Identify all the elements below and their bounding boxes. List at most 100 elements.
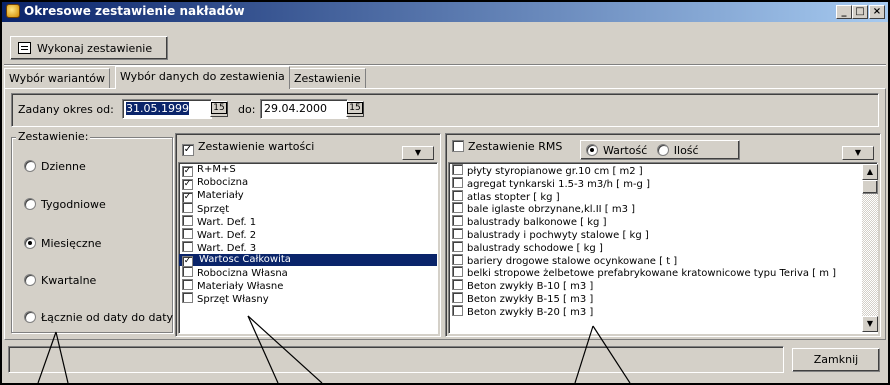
list-item[interactable]: Wart. Def. 2 [179,227,437,241]
list-item[interactable]: Robocizna Własna [179,266,437,279]
radio-icon [24,198,36,210]
scroll-thumb[interactable] [862,180,878,194]
checkbox-icon[interactable] [452,291,463,303]
wartosci-dropdown-button[interactable]: ▼ [402,146,434,160]
rms-panel: Zestawienie RMS Wartość Ilość ▼ płyty st… [445,133,881,337]
checkbox-icon[interactable] [182,279,193,291]
radio-lacznie[interactable]: Łącznie od daty do daty [24,311,173,324]
scroll-up-button[interactable]: ▲ [862,164,878,180]
checkbox-icon[interactable] [452,279,463,291]
maximize-button[interactable]: □ [852,5,868,19]
list-item-label: Robocizna Własna [197,268,288,280]
radio-label: Łącznie od daty do daty [41,311,174,324]
date-from-field[interactable]: 31.05.1999 [122,99,212,119]
list-item[interactable]: ✓ R+M+S [179,164,437,177]
radio-label: Wartość [603,144,648,157]
list-item-selected[interactable]: ✓ Wartosc Całkowita [179,253,437,267]
rms-mode-qty-radio[interactable]: Ilość [656,144,699,157]
tab-wybor-danych[interactable]: Wybór danych do zestawienia [115,66,290,89]
list-item-label: płyty styropianowe gr.10 cm [ m2 ] [467,166,643,177]
list-item[interactable]: Sprzęt [179,202,437,215]
list-item[interactable]: belki stropowe żelbetowe prefabrykowane … [449,266,877,279]
checkbox-icon[interactable] [452,176,463,188]
wartosci-list[interactable]: ✓ R+M+S ✓ Robocizna ✓ Materiały Sprzęt Wart… [178,162,438,334]
wartosci-header[interactable]: ✓ Zestawienie wartości [178,136,438,160]
list-item-label: Materiały [197,189,244,201]
list-item[interactable]: balustrady i pochwyty stalowe [ kg ] [449,227,877,241]
window-title: Okresowe zestawienie nakładów [24,4,245,18]
list-item[interactable]: agregat tynkarski 1.5-3 m3/h [ m-g ] [449,176,877,190]
checkbox-icon[interactable] [452,240,463,252]
radio-label: Ilość [673,144,699,157]
checkbox-icon[interactable] [452,202,463,214]
date-to-field[interactable]: 29.04.2000 [260,99,348,119]
list-item-label: balustrady i pochwyty stalowe [ kg ] [467,229,649,241]
checkbox-checked-icon[interactable]: ✓ [182,166,193,177]
radio-selected-icon [586,144,598,156]
tab-zestawienie[interactable]: Zestawienie [289,68,366,88]
dropdown-arrow-icon: ▼ [414,148,422,157]
list-item-label: Beton zwykły B-10 [ m3 ] [467,281,594,293]
date-from-value: 31.05.1999 [126,102,189,115]
rms-mode-value-radio[interactable]: Wartość [586,144,647,157]
status-bar [8,346,784,373]
date-to-calendar-button[interactable]: 15 [346,101,364,117]
list-item[interactable]: Wart. Def. 3 [179,240,437,254]
dropdown-arrow-icon: ▼ [854,148,862,157]
radio-miesieczne[interactable]: Miesięczne [24,237,101,250]
radio-dzienne[interactable]: Dzienne [24,160,86,173]
rms-checkbox[interactable] [452,140,464,152]
wartosci-checkbox[interactable]: ✓ [182,144,194,156]
list-item-label: Sprzęt Własny [197,293,269,305]
checkbox-icon[interactable] [182,266,193,278]
list-item[interactable]: bale iglaste obrzynane,kl.II [ m3 ] [449,202,877,215]
radio-kwartalne[interactable]: Kwartalne [24,274,96,287]
checkbox-icon[interactable] [452,304,463,316]
rms-scrollbar[interactable]: ▲ ▼ [862,164,878,332]
list-item[interactable]: Beton zwykły B-20 [ m3 ] [449,304,877,318]
checkbox-icon[interactable] [452,227,463,239]
checkbox-icon[interactable] [452,164,463,175]
list-item[interactable]: Beton zwykły B-15 [ m3 ] [449,291,877,305]
run-report-label: Wykonaj zestawienie [37,42,153,55]
list-item[interactable]: atlas stopter [ kg ] [449,189,877,203]
scroll-down-button[interactable]: ▼ [862,316,878,332]
checkbox-icon[interactable] [182,291,193,303]
checkbox-checked-icon[interactable]: ✓ [182,255,193,267]
radio-selected-icon [24,237,36,249]
checkbox-checked-icon[interactable]: ✓ [182,178,193,190]
rms-dropdown-button[interactable]: ▼ [842,146,874,160]
rms-list[interactable]: płyty styropianowe gr.10 cm [ m2 ] agreg… [448,162,878,334]
list-item[interactable]: Wart. Def. 1 [179,215,437,228]
checkbox-icon[interactable] [182,215,193,227]
list-item[interactable]: ✓ Materiały [179,190,437,203]
minimize-button[interactable]: _ [836,5,852,19]
radio-tygodniowe[interactable]: Tygodniowe [24,198,106,211]
checkbox-icon[interactable] [452,253,463,265]
tab-panel: Zadany okres od: 31.05.1999 15 do: 29.04… [4,88,886,340]
list-item[interactable]: Sprzęt Własny [179,291,437,305]
checkbox-icon[interactable] [452,266,463,278]
list-item[interactable]: balustrady balkonowe [ kg ] [449,215,877,228]
list-item[interactable]: Beton zwykły B-10 [ m3 ] [449,279,877,292]
run-report-button[interactable]: Wykonaj zestawienie [10,36,168,60]
checkbox-icon[interactable] [452,215,463,227]
list-item[interactable]: Materiały Własne [179,279,437,292]
list-item[interactable]: balustrady schodowe [ kg ] [449,240,877,254]
list-item[interactable]: ✓ Robocizna [179,177,437,190]
tab-wybor-wariantow[interactable]: Wybór wariantów [4,68,110,88]
checkbox-icon[interactable] [182,202,193,214]
checkbox-icon[interactable] [182,227,193,239]
date-from-calendar-button[interactable]: 15 [210,101,228,117]
list-item[interactable]: bariery drogowe stalowe ocynkowane [ t ] [449,253,877,267]
list-item-label: Wart. Def. 1 [197,217,257,229]
report-icon [18,42,31,54]
checkbox-icon[interactable] [452,189,463,201]
rms-mode-group: Wartość Ilość [580,140,740,160]
close-button[interactable]: Zamknij [792,348,880,372]
checkbox-icon[interactable] [182,240,193,252]
checkbox-checked-icon[interactable]: ✓ [182,191,193,203]
list-item[interactable]: płyty styropianowe gr.10 cm [ m2 ] [449,164,877,177]
close-window-button[interactable]: × [869,5,885,19]
title-bar[interactable]: Okresowe zestawienie nakładów _ □ × [2,2,888,22]
